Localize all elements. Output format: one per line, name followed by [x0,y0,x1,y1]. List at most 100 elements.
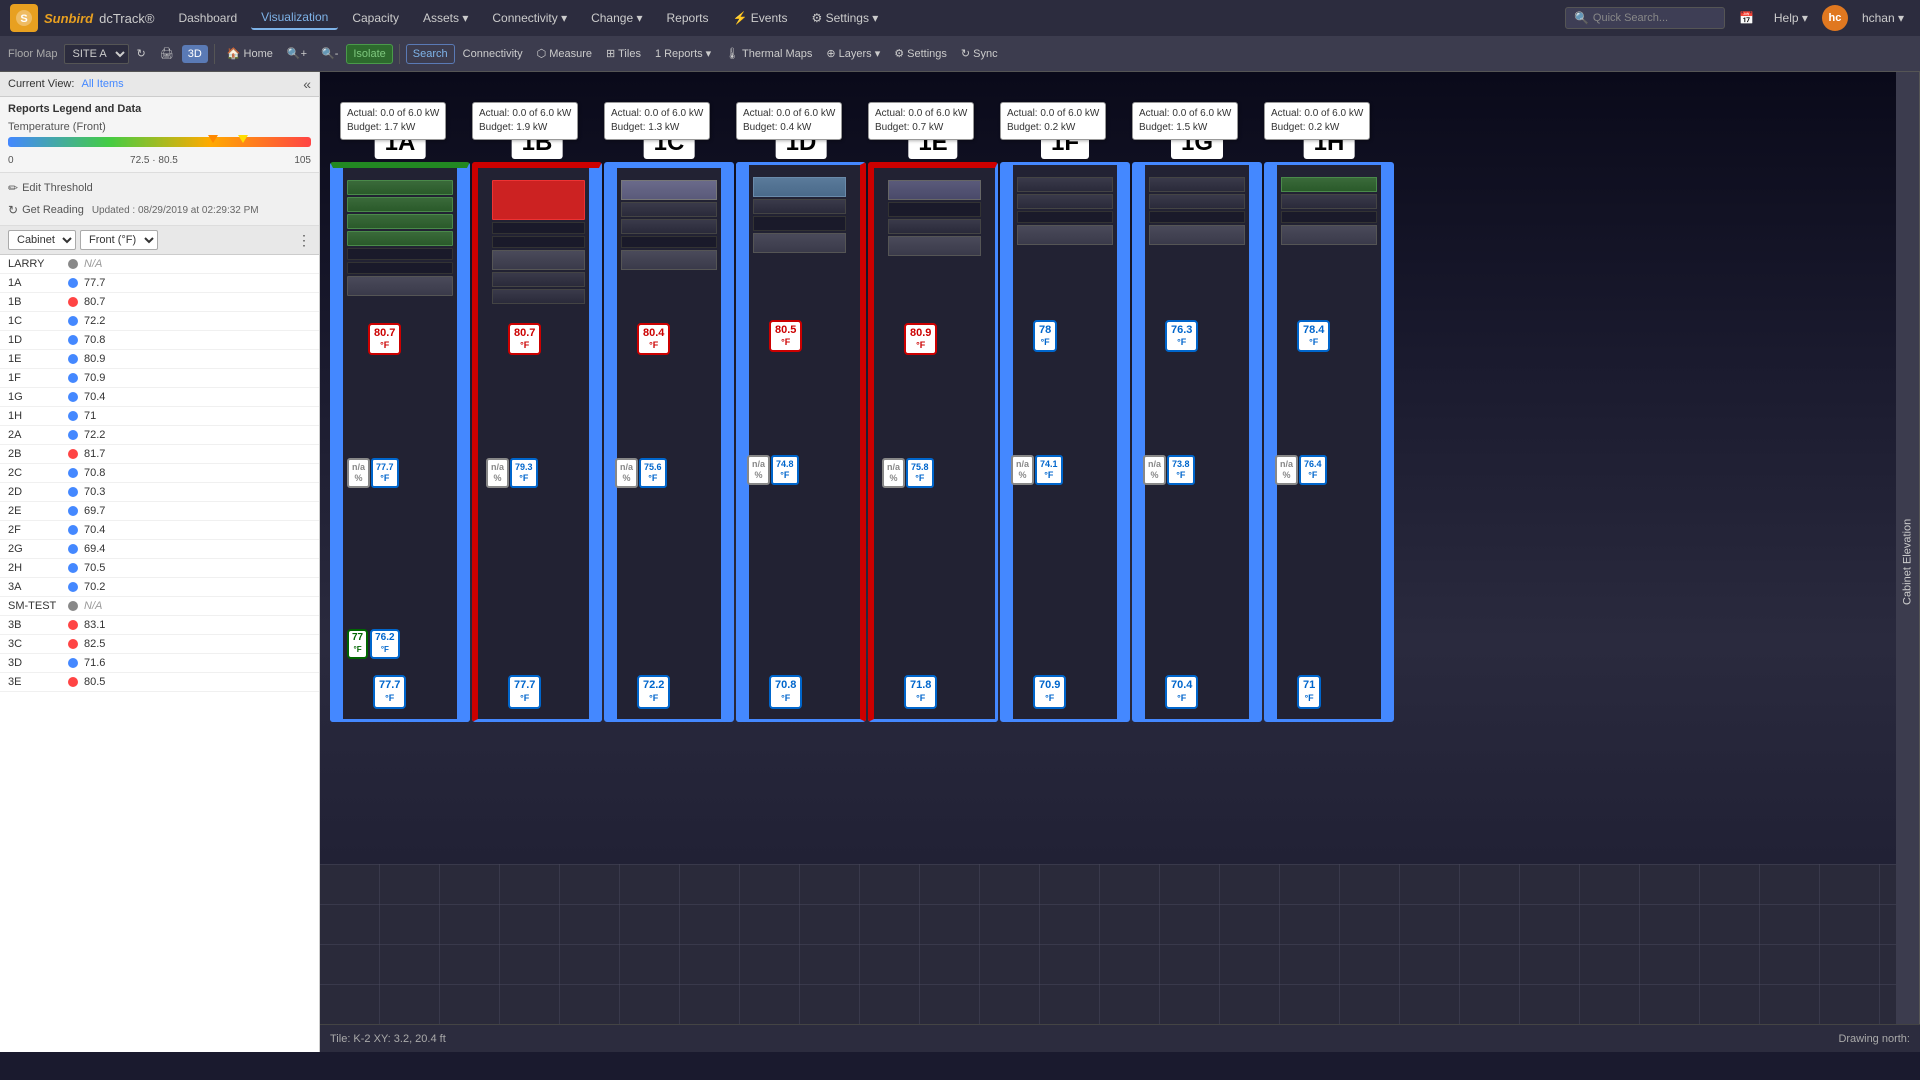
isolate-button[interactable]: Isolate [346,44,392,64]
nav-capacity[interactable]: Capacity [342,7,409,29]
cabinet-temp-value: 69.4 [84,543,105,555]
cabinet-list-item[interactable]: 2A72.2 [0,426,319,445]
nav-dashboard[interactable]: Dashboard [168,7,247,29]
user-menu-button[interactable]: hchan ▾ [1856,9,1910,27]
dual-badge-1G-mid: n/a% 73.8°F [1143,455,1195,485]
get-reading-label: Get Reading [22,204,84,216]
cabinet-item-name: 2F [8,524,68,536]
cabinet-list-item[interactable]: 2B81.7 [0,445,319,464]
cabinet-list-item[interactable]: 1E80.9 [0,350,319,369]
svg-text:S: S [20,13,27,25]
calendar-button[interactable]: 📅 [1733,9,1760,27]
cabinet-list-item[interactable]: SM-TESTN/A [0,597,319,616]
tooltip-1B: Actual: 0.0 of 6.0 kW Budget: 1.9 kW [472,102,578,140]
cabinet-list-item[interactable]: LARRYN/A [0,255,319,274]
layers-button[interactable]: ⊕ Layers ▾ [820,44,886,63]
site-select[interactable]: SITE A [64,44,129,64]
cabinet-1F[interactable]: Actual: 0.0 of 6.0 kW Budget: 0.2 kW 1F [1000,162,1130,742]
temp-badge-1E-top: 80.9°F [904,323,937,355]
legend-gradient-bar [8,137,311,147]
cabinet-list-item[interactable]: 2E69.7 [0,502,319,521]
cabinet-1G[interactable]: Actual: 0.0 of 6.0 kW Budget: 1.5 kW 1G [1132,162,1262,742]
cabinet-list-item[interactable]: 1D70.8 [0,331,319,350]
edit-threshold-label: Edit Threshold [22,182,93,194]
nav-settings[interactable]: ⚙ Settings ▾ [802,7,889,29]
help-button[interactable]: Help ▾ [1768,9,1814,27]
current-view-label: Current View: [8,78,74,90]
cabinet-type-select[interactable]: Cabinet [8,230,76,250]
cabinet-status-dot [68,430,78,440]
cabinet-list-item[interactable]: 2D70.3 [0,483,319,502]
cabinets-row: Actual: 0.0 of 6.0 kW Budget: 1.7 kW 1A [320,122,1890,742]
cabinet-list-item[interactable]: 2C70.8 [0,464,319,483]
cabinet-status-dot [68,544,78,554]
reports-button[interactable]: 1 Reports ▾ [649,44,717,63]
user-avatar[interactable]: hc [1822,5,1848,31]
cabinet-1E[interactable]: Actual: 0.0 of 6.0 kW Budget: 0.7 kW 1E … [868,162,998,742]
cabinet-temp-value: 82.5 [84,638,105,650]
cabinet-status-dot [68,658,78,668]
cabinet-list-item[interactable]: 1B80.7 [0,293,319,312]
cabinet-list-item[interactable]: 3E80.5 [0,673,319,692]
cabinet-1B[interactable]: Actual: 0.0 of 6.0 kW Budget: 1.9 kW 1B [472,162,602,742]
cabinet-list-item[interactable]: 2F70.4 [0,521,319,540]
cabinet-1D[interactable]: Actual: 0.0 of 6.0 kW Budget: 0.4 kW 1D [736,162,866,742]
nav-assets[interactable]: Assets ▾ [413,7,478,29]
edit-threshold-button[interactable]: ✏ Edit Threshold [8,179,311,197]
cabinet-elevation-panel[interactable]: Cabinet Elevation [1896,72,1920,1052]
cabinet-list-item[interactable]: 3C82.5 [0,635,319,654]
cabinet-list-item[interactable]: 3B83.1 [0,616,319,635]
temp-badge-1G-bottom: 70.4°F [1165,675,1198,709]
home-button[interactable]: 🏠 Home [221,44,279,63]
cabinet-list-item[interactable]: 1C72.2 [0,312,319,331]
temp-badge-1A-b1: 77°F [347,629,368,659]
cabinet-status-dot [68,639,78,649]
floor-map-area[interactable]: Actual: 0.0 of 6.0 kW Budget: 1.7 kW 1A [320,72,1920,1052]
cabinet-list-item[interactable]: 1F70.9 [0,369,319,388]
cabinet-list-item[interactable]: 3D71.6 [0,654,319,673]
temp-badge-1D-top: 80.5°F [769,320,802,352]
cabinet-list-item[interactable]: 1H71 [0,407,319,426]
cabinet-1A[interactable]: Actual: 0.0 of 6.0 kW Budget: 1.7 kW 1A [330,162,470,742]
cabinet-item-name: 2D [8,486,68,498]
nav-reports[interactable]: Reports [657,7,719,29]
cabinet-list-item[interactable]: 1G70.4 [0,388,319,407]
print-button[interactable]: 🖨 [154,44,180,63]
zoom-out-button[interactable]: 🔍- [315,44,344,63]
3d-button[interactable]: 3D [182,45,208,63]
tooltip-1A-budget: Budget: 1.7 kW [347,121,439,135]
logo-icon: S [10,4,38,32]
cabinet-list-item[interactable]: 2H70.5 [0,559,319,578]
get-reading-button[interactable]: ↻ Get Reading [8,201,84,219]
temp-badge-1A-top: 80.7°F [368,323,401,355]
nav-change[interactable]: Change ▾ [581,7,652,29]
cabinet-1H[interactable]: Actual: 0.0 of 6.0 kW Budget: 0.2 kW 1H [1264,162,1394,742]
tiles-button[interactable]: ⊞ Tiles [600,44,647,63]
nav-events[interactable]: ⚡ Events [723,7,798,29]
cabinet-list-item[interactable]: 3A70.2 [0,578,319,597]
cabinet-status-dot [68,278,78,288]
front-select[interactable]: Front (°F) [80,230,158,250]
cabinet-list-item[interactable]: 1A77.7 [0,274,319,293]
zoom-in-button[interactable]: 🔍+ [281,44,313,63]
connectivity-button[interactable]: Connectivity [457,45,529,63]
nav-connectivity[interactable]: Connectivity ▾ [482,7,577,29]
cabinet-1C[interactable]: Actual: 0.0 of 6.0 kW Budget: 1.3 kW 1C [604,162,734,742]
refresh-button[interactable]: ↻ [131,44,152,63]
cabinet-status-dot [68,525,78,535]
temp-badge-1H-top: 78.4°F [1297,320,1330,352]
cabinet-item-name: 3E [8,676,68,688]
floor-3d-view[interactable]: Actual: 0.0 of 6.0 kW Budget: 1.7 kW 1A [320,72,1920,1024]
quick-search-box[interactable]: 🔍 Quick Search... [1565,7,1725,29]
measure-button[interactable]: ⬡ Measure [531,44,598,63]
settings-button[interactable]: ⚙ Settings [888,44,953,63]
thermal-maps-button[interactable]: 🌡 Thermal Maps [719,44,818,63]
cabinet-item-name: SM-TEST [8,600,68,612]
nav-visualization[interactable]: Visualization [251,6,338,30]
updated-timestamp: Updated : 08/29/2019 at 02:29:32 PM [92,205,259,216]
search-button[interactable]: Search [406,44,455,64]
sync-button[interactable]: ↻ Sync [955,44,1004,63]
collapse-button[interactable]: « [303,76,311,92]
cabinet-list-item[interactable]: 2G69.4 [0,540,319,559]
more-options-button[interactable]: ⋮ [297,232,311,249]
